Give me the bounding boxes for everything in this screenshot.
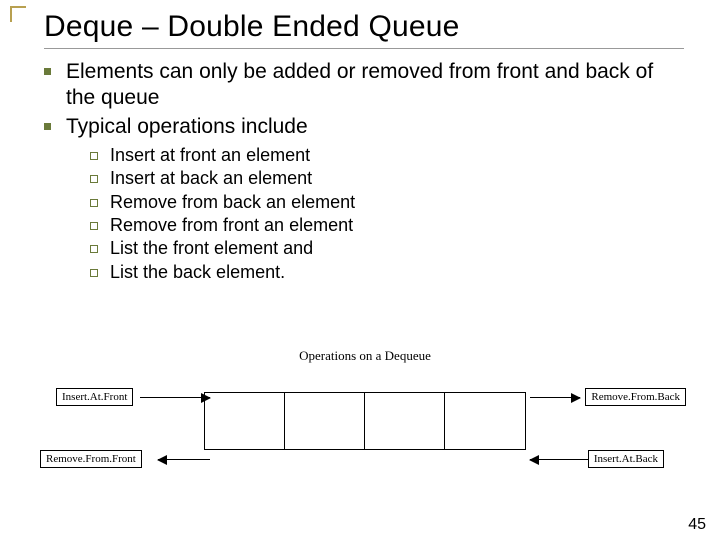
arrow-remove-front bbox=[158, 459, 210, 460]
sub-bullet-item: List the back element. bbox=[90, 261, 684, 284]
sub-bullet-list: Insert at front an element Insert at bac… bbox=[66, 144, 684, 284]
page-number: 45 bbox=[688, 516, 706, 534]
deque-diagram: Operations on a Dequeue Insert.At.Front … bbox=[40, 348, 690, 494]
bullet-item: Elements can only be added or removed fr… bbox=[44, 59, 684, 112]
sub-bullet-item: Remove from front an element bbox=[90, 214, 684, 237]
deque-cells bbox=[204, 392, 526, 450]
arrow-remove-back bbox=[530, 397, 580, 398]
label-remove-front: Remove.From.Front bbox=[40, 450, 142, 468]
slide-content: Deque – Double Ended Queue Elements can … bbox=[0, 0, 720, 284]
label-remove-back: Remove.From.Back bbox=[585, 388, 686, 406]
bullet-text: Typical operations include bbox=[66, 115, 308, 138]
arrow-insert-back bbox=[530, 459, 588, 460]
sub-bullet-item: Insert at front an element bbox=[90, 144, 684, 167]
bullet-item: Typical operations include Insert at fro… bbox=[44, 114, 684, 285]
sub-bullet-item: Insert at back an element bbox=[90, 167, 684, 190]
bullet-list: Elements can only be added or removed fr… bbox=[44, 59, 684, 284]
deque-cell bbox=[205, 393, 285, 449]
label-insert-back: Insert.At.Back bbox=[588, 450, 664, 468]
label-insert-front: Insert.At.Front bbox=[56, 388, 133, 406]
deque-cell bbox=[445, 393, 525, 449]
bullet-text: Elements can only be added or removed fr… bbox=[66, 60, 653, 109]
slide-corner-accent bbox=[10, 6, 26, 22]
deque-cell bbox=[285, 393, 365, 449]
deque-cell bbox=[365, 393, 445, 449]
sub-bullet-item: List the front element and bbox=[90, 237, 684, 260]
arrow-insert-front bbox=[140, 397, 210, 398]
diagram-title: Operations on a Dequeue bbox=[40, 348, 690, 364]
diagram-body: Insert.At.Front Remove.From.Front Remove… bbox=[40, 374, 690, 494]
sub-bullet-item: Remove from back an element bbox=[90, 191, 684, 214]
slide-title: Deque – Double Ended Queue bbox=[44, 10, 684, 49]
